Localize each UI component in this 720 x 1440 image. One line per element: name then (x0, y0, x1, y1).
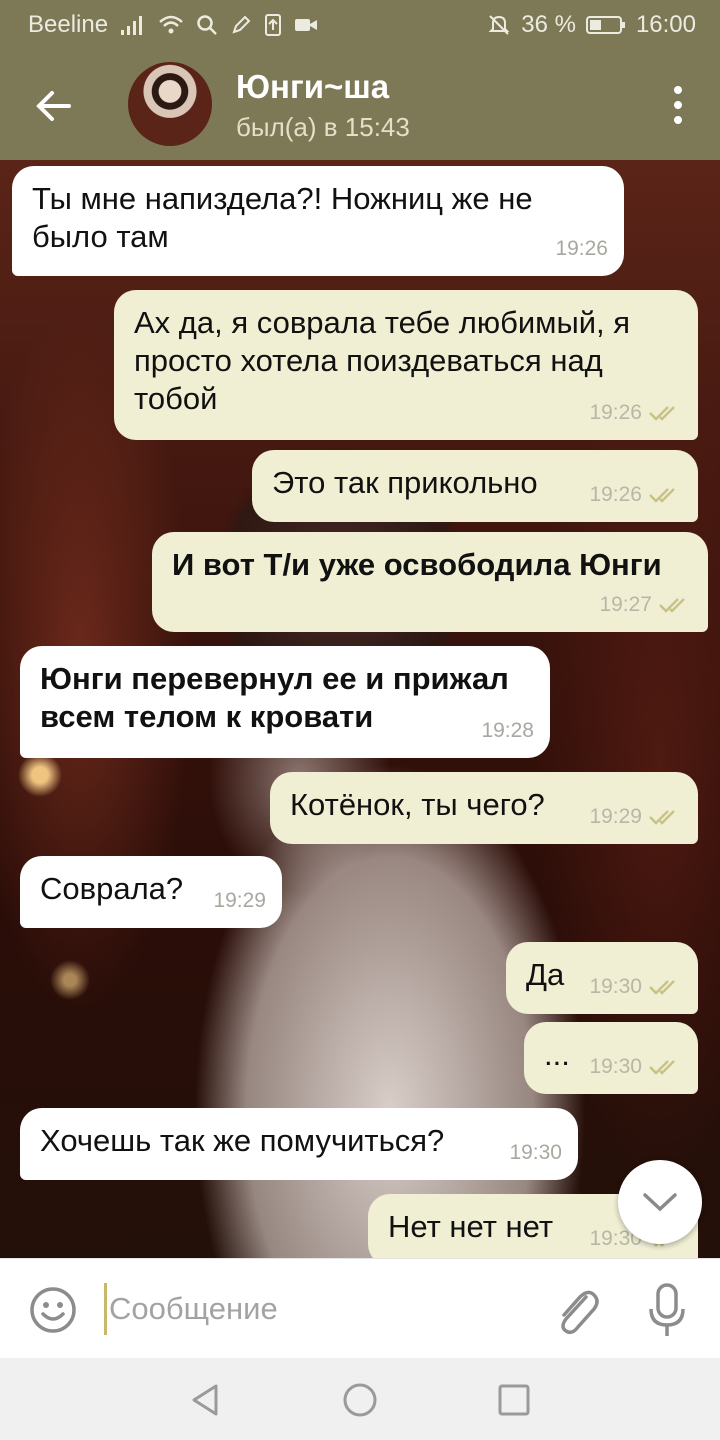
message-time: 19:27 (599, 593, 652, 616)
avatar[interactable] (128, 62, 212, 146)
nav-back-button[interactable] (186, 1380, 226, 1420)
message-bubble[interactable]: Ты мне напиздела?! Ножниц же не было там… (12, 166, 624, 276)
microphone-icon (649, 1283, 685, 1336)
system-navigation-bar (0, 1358, 720, 1440)
upload-icon (264, 13, 282, 37)
message-text: Хочешь так же помучиться? (40, 1123, 445, 1158)
message-bubble[interactable]: Хочешь так же помучиться? 19:30 (20, 1108, 578, 1180)
nav-recents-button[interactable] (494, 1380, 534, 1420)
dot-icon (674, 101, 682, 109)
message-bubble[interactable]: Котёнок, ты чего? 19:29 (270, 772, 698, 844)
chat-header: Юнги~ша был(а) в 15:43 (0, 50, 720, 160)
message-list[interactable]: Ты мне напиздела?! Ножниц же не было там… (0, 160, 720, 1258)
search-icon (196, 14, 218, 36)
read-checkmarks-icon (648, 808, 682, 826)
message-time: 19:30 (509, 1141, 562, 1164)
wifi-icon (158, 14, 184, 36)
read-checkmarks-icon (648, 1058, 682, 1076)
message-time: 19:29 (213, 889, 266, 912)
message-bubble[interactable]: ... 19:30 (524, 1022, 698, 1094)
message-time: 19:30 (589, 975, 642, 998)
message-time: 19:26 (555, 237, 608, 260)
read-checkmarks-icon (648, 404, 682, 422)
battery-percent: 36 % (521, 11, 576, 38)
clock: 16:00 (635, 11, 696, 38)
message-composer (0, 1258, 720, 1358)
video-icon (294, 16, 318, 34)
message-time: 19:26 (589, 401, 642, 424)
message-text: Ты мне напиздела?! Ножниц же не было там (32, 181, 533, 254)
back-button[interactable] (30, 82, 78, 130)
chat-title[interactable]: Юнги~ша (236, 68, 389, 106)
message-bubble[interactable]: И вот Т/и уже освободила Юнги 19:27 (152, 532, 708, 632)
message-bubble[interactable]: Да 19:30 (506, 942, 698, 1014)
message-text: И вот Т/и уже освободила Юнги (172, 547, 662, 582)
status-bar: Beeline 36 % 16:00 (0, 0, 720, 50)
message-time: 19:30 (589, 1055, 642, 1078)
voice-message-button[interactable] (642, 1281, 692, 1341)
scroll-down-button[interactable] (618, 1160, 702, 1244)
mute-bell-icon (487, 13, 511, 37)
message-time: 19:29 (589, 805, 642, 828)
nav-home-button[interactable] (340, 1380, 380, 1420)
back-arrow-icon (36, 91, 71, 121)
paperclip-icon (561, 1290, 599, 1335)
dot-icon (674, 86, 682, 94)
read-checkmarks-icon (648, 486, 682, 504)
smiley-icon (30, 1287, 76, 1333)
message-text: Юнги перевернул ее и прижал всем телом к… (40, 661, 509, 734)
triangle-back-icon (192, 1384, 218, 1416)
dot-icon (674, 116, 682, 124)
pencil-icon (230, 14, 252, 36)
circle-home-icon (343, 1383, 377, 1417)
attach-button[interactable] (552, 1283, 602, 1339)
last-seen-status: был(а) в 15:43 (236, 112, 410, 142)
message-input[interactable] (104, 1283, 524, 1335)
read-checkmarks-icon (648, 978, 682, 996)
message-time: 19:28 (481, 719, 534, 742)
message-bubble[interactable]: Ах да, я соврала тебе любимый, я просто … (114, 290, 698, 440)
more-menu-button[interactable] (666, 80, 690, 130)
chevron-down-icon (643, 1193, 677, 1212)
message-bubble[interactable]: Соврала? 19:29 (20, 856, 282, 928)
read-checkmarks-icon (658, 596, 692, 614)
message-bubble[interactable]: Это так прикольно 19:26 (252, 450, 698, 522)
emoji-button[interactable] (28, 1285, 78, 1335)
battery-icon (585, 15, 626, 35)
square-recents-icon (498, 1384, 530, 1416)
carrier-label: Beeline (28, 11, 109, 38)
message-bubble[interactable]: Юнги перевернул ее и прижал всем телом к… (20, 646, 550, 758)
signal-icon (120, 14, 146, 36)
message-time: 19:26 (589, 483, 642, 506)
